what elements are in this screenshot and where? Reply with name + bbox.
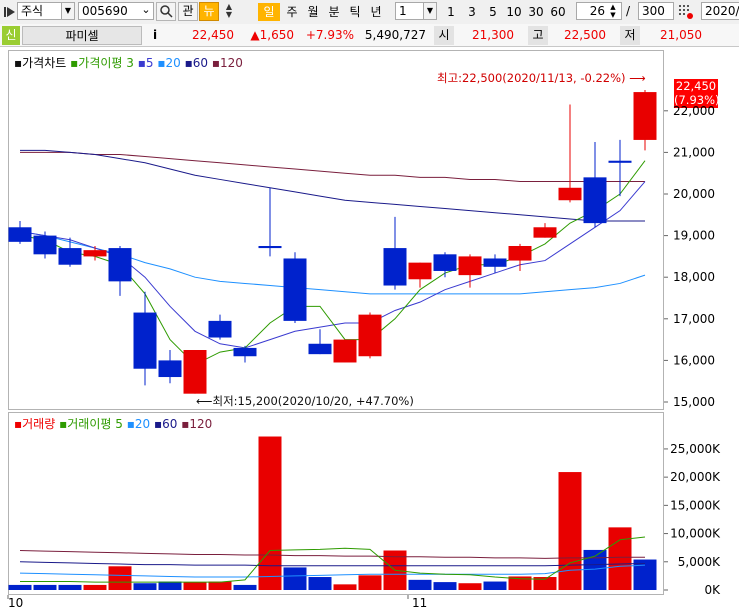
volume-ma60-line [19,561,646,567]
candle-down [8,227,32,242]
volume-bar-up [183,582,207,590]
x-label-nov: 11 [412,596,428,610]
volume-bar-up [458,583,482,590]
volume-bar-up [358,575,382,590]
price-tick-label: 20,000 [673,187,715,201]
price-tick-label: 16,000 [673,353,715,367]
candle-up [408,262,432,280]
candle-up [83,250,107,257]
volume-tick-label: 25,000K [670,442,721,456]
price-ma120-line [20,151,645,183]
volume-bar-down [8,584,32,590]
volume-ma120-line [19,550,645,559]
candle-down [283,258,307,321]
candle-down [208,320,232,338]
volume-bar-up [558,472,582,590]
candle-down [158,360,182,378]
candle-up [358,314,382,357]
candle-up [508,246,532,261]
price-tick-label: 15,000 [673,395,715,409]
volume-bar-down [33,584,57,590]
volume-bar-down [308,577,332,590]
price-tick-label: 21,000 [673,145,715,159]
volume-bar-up [208,581,232,590]
x-label-oct: 10 [8,596,24,610]
volume-bar-down [58,584,82,590]
price-tick-label: 17,000 [673,312,715,326]
candle-up [533,227,557,238]
volume-bar-up [333,584,357,590]
price-ma60-line [20,149,645,222]
volume-bar-down [133,583,157,590]
candle-up [558,187,582,201]
volume-bar-down [233,584,257,590]
chart-canvas: 22,000 21,000 20,000 19,000 18,000 17,000 16,0… [7,90,721,599]
volume-bar-down [158,581,182,590]
price-tick-label: 22,000 [673,104,715,118]
candle-up [633,92,657,140]
candle-up [333,339,357,363]
candle-down [108,248,132,282]
candle-down [33,235,57,255]
price-tick-label: 18,000 [673,270,715,284]
candle-down [433,254,457,271]
volume-tick-label: 15,000K [670,498,721,512]
candle-down [58,248,82,265]
candle-down [583,177,607,224]
volume-bar-up [83,584,107,590]
candle-up [183,350,207,394]
volume-bar-down [483,581,507,590]
candle-down [233,347,257,357]
volume-bar-down [408,579,432,590]
volume-bar-up [108,566,132,590]
candle-down [258,246,282,249]
volume-bar-down [283,567,307,590]
candle-down [383,248,407,286]
volume-tick-label: 0K [704,583,721,597]
candle-down [483,258,507,267]
volume-tick-label: 20,000K [670,470,721,484]
volume-tick-label: 5,000K [678,555,721,569]
candle-down [308,343,332,355]
volume-bar-down [433,582,457,590]
candle-down [133,312,157,369]
volume-bar-up [258,436,282,590]
volume-bar-up [608,527,632,590]
candle-up [458,256,482,276]
price-tick-label: 19,000 [673,229,715,243]
volume-tick-label: 10,000K [670,527,721,541]
candle-down [608,160,632,163]
